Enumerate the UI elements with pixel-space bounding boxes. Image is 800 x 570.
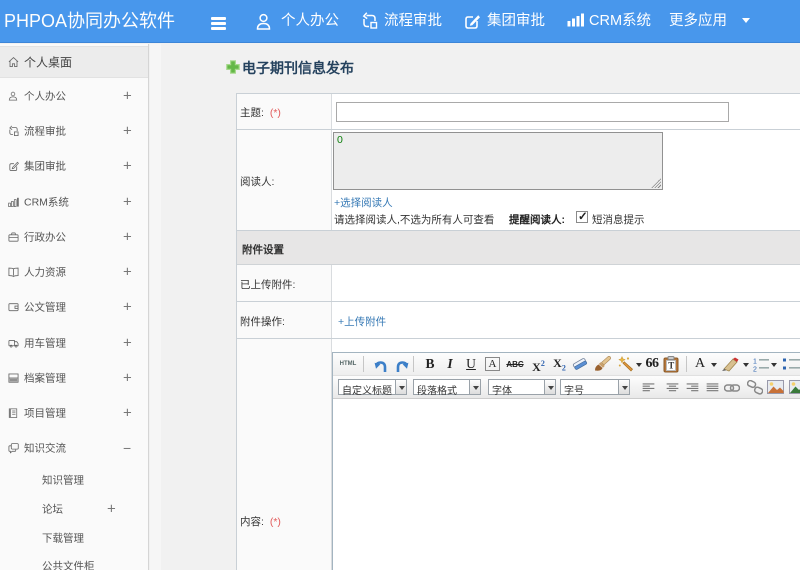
svg-text:1: 1 (753, 359, 757, 366)
svg-text:2: 2 (753, 367, 757, 373)
svg-text:T: T (668, 361, 674, 371)
